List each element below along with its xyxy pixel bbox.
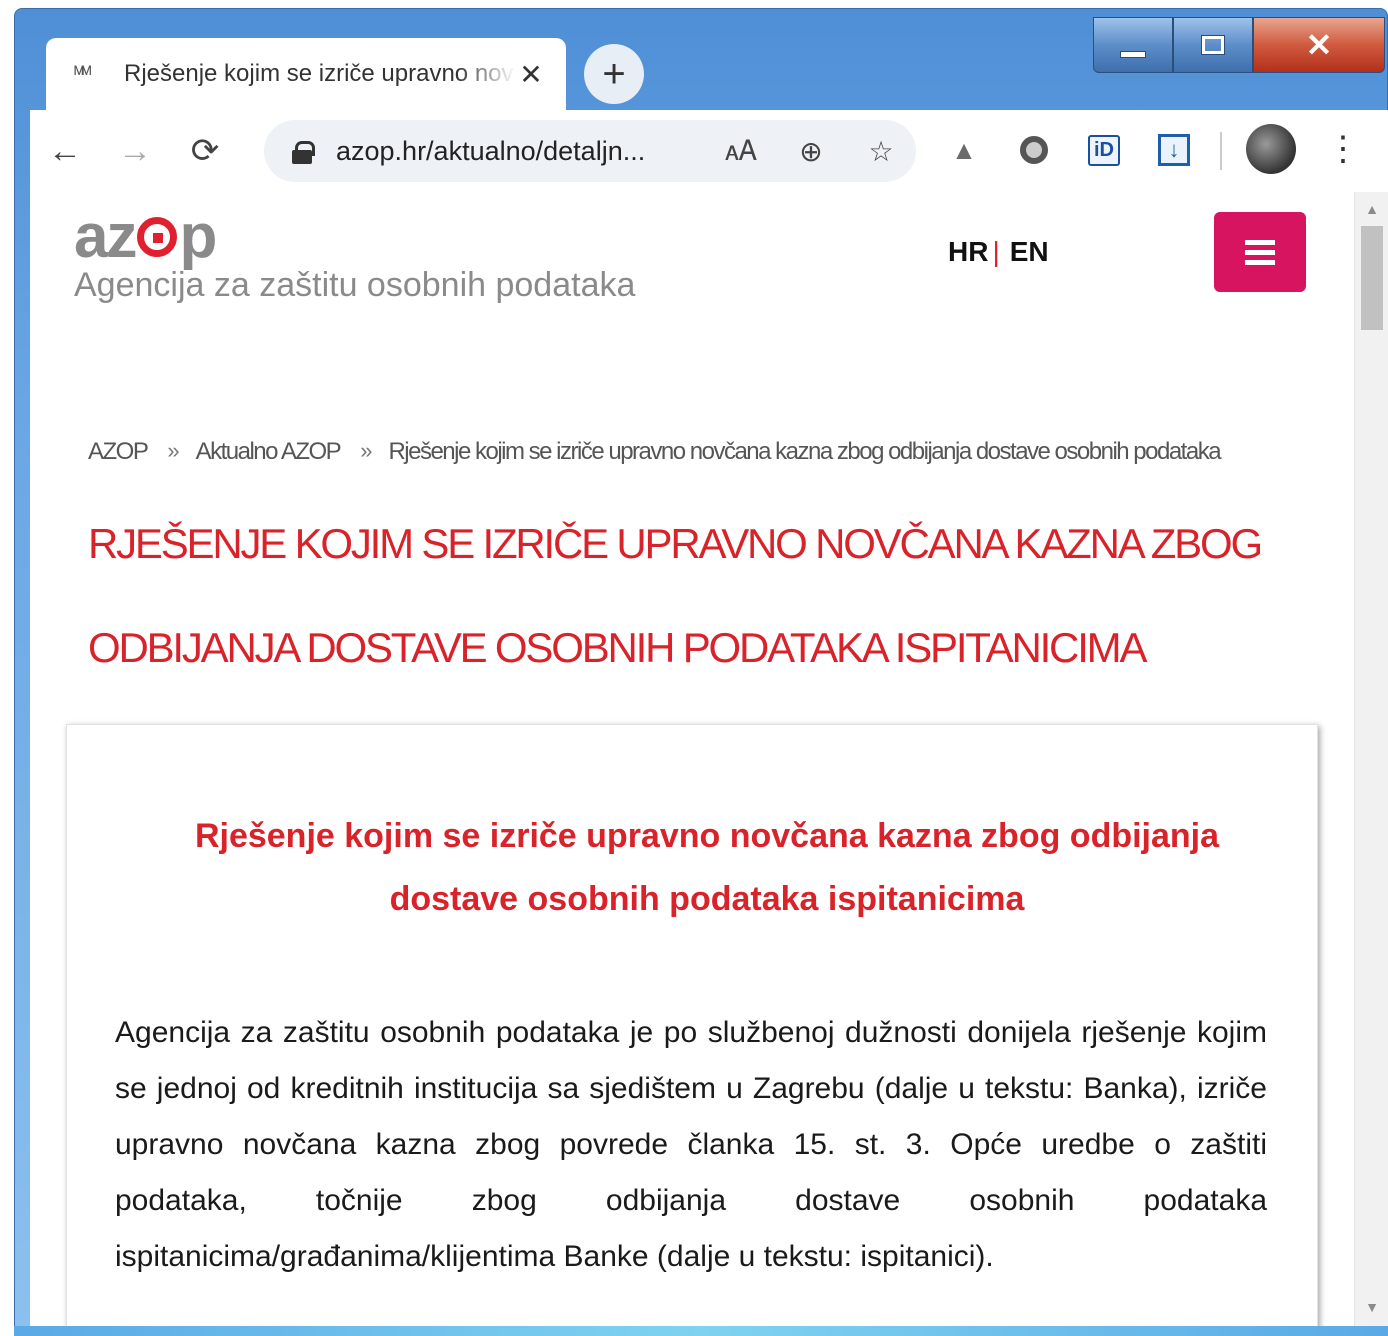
toolbar-divider (1220, 132, 1222, 170)
site-logo[interactable]: az p Agencija za zaštitu osobnih podataka (74, 206, 635, 305)
logo-text-right: p (179, 202, 217, 271)
scrollbar-thumb[interactable] (1361, 226, 1383, 330)
back-button[interactable]: ← (30, 132, 100, 171)
maximize-icon (1201, 35, 1225, 55)
hamburger-line (1245, 249, 1275, 255)
profile-avatar[interactable] (1246, 124, 1296, 174)
page-viewport: az p Agencija za zaštitu osobnih podataka… (30, 192, 1354, 1326)
browser-menu-button[interactable]: ⋮ (1326, 124, 1360, 174)
breadcrumb-item-azop[interactable]: AZOP (88, 438, 149, 466)
hamburger-line (1245, 239, 1275, 245)
tab-close-button[interactable]: ✕ (516, 58, 546, 91)
breadcrumb-item-aktualno[interactable]: Aktualno AZOP (196, 438, 342, 466)
breadcrumb: AZOP » Aktualno AZOP » Rješenje kojim se… (88, 438, 1222, 466)
minimize-icon (1120, 50, 1146, 58)
id-extension-icon[interactable]: iD (1084, 130, 1124, 170)
circle-extension-icon[interactable] (1014, 130, 1054, 170)
vertical-scrollbar[interactable]: ▲ ▼ (1354, 192, 1388, 1326)
maximize-button[interactable] (1173, 17, 1253, 73)
taskbar-edge (14, 1326, 1388, 1336)
article-heading: Rješenje kojim se izriče upravno novčana… (194, 817, 1220, 918)
logo-mark: az p (74, 206, 635, 268)
download-extension-icon[interactable]: ↓ (1154, 130, 1194, 170)
logo-subtitle: Agencija za zaštitu osobnih podataka (74, 266, 636, 304)
logo-text-left: az (74, 202, 138, 271)
url-text[interactable]: azop.hr/aktualno/detaljn... (336, 136, 706, 167)
browser-toolbar: ← → ⟳ azop.hr/aktualno/detaljn... 🗚 ⊕ ☆ … (30, 110, 1388, 192)
forward-button[interactable]: → (100, 132, 170, 171)
browser-tab[interactable]: ᴹᴹ Rješenje kojim se izriče upravno novč… (46, 38, 566, 110)
breadcrumb-separator: » (167, 438, 179, 463)
article-paragraph: Agencija za zaštitu osobnih podataka je … (115, 1016, 1267, 1273)
language-switcher: HR | EN (948, 236, 1049, 268)
close-window-button[interactable]: ✕ (1253, 17, 1385, 73)
lock-icon[interactable] (292, 141, 315, 164)
lang-en-link[interactable]: EN (1010, 236, 1049, 267)
google-drive-icon[interactable]: ▲ (944, 130, 984, 170)
id-extension-label: iD (1088, 134, 1120, 166)
hamburger-menu-button[interactable] (1214, 212, 1306, 292)
zoom-icon[interactable]: ⊕ (776, 135, 846, 168)
site-favicon-icon: ᴹᴹ (74, 63, 91, 85)
new-tab-button[interactable]: + (584, 44, 644, 104)
scroll-down-arrow-icon[interactable]: ▼ (1355, 1292, 1388, 1322)
tab-title: Rješenje kojim se izriče upravno novčana… (124, 60, 516, 87)
lang-separator: | (992, 236, 1000, 267)
minimize-button[interactable] (1093, 17, 1173, 73)
page-title: RJEŠENJE KOJIM SE IZRIČE UPRAVNO NOVČANA… (88, 520, 1263, 671)
breadcrumb-separator: » (360, 438, 372, 463)
lang-hr-link[interactable]: HR (948, 236, 988, 267)
address-bar[interactable]: azop.hr/aktualno/detaljn... 🗚 ⊕ ☆ (264, 120, 916, 182)
star-icon[interactable]: ☆ (846, 135, 916, 168)
hamburger-line (1245, 259, 1275, 265)
reload-button[interactable]: ⟳ (170, 131, 240, 171)
logo-dot-icon (137, 217, 178, 257)
article-card: Rješenje kojim se izriče upravno novčana… (66, 724, 1318, 1326)
breadcrumb-item-current: Rješenje kojim se izriče upravno novčana… (388, 438, 1221, 465)
translate-icon[interactable]: 🗚 (706, 135, 776, 168)
window-caption-buttons: ✕ (1093, 17, 1385, 73)
scroll-up-arrow-icon[interactable]: ▲ (1355, 194, 1388, 224)
